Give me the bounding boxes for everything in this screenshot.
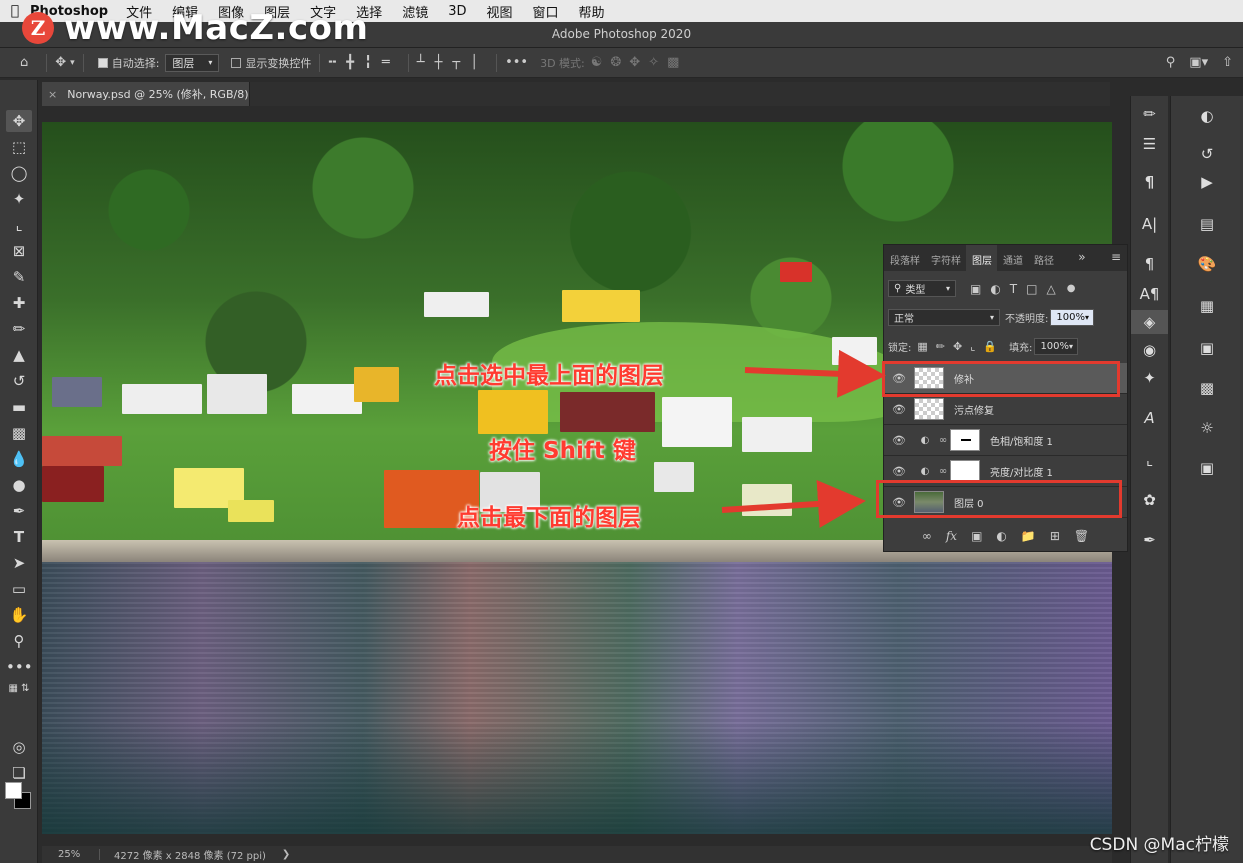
annotation-top: 点击选中最上面的图层 [434,363,664,389]
annotation-middle: 按住 Shift 键 [489,438,636,464]
foreground-color-swatch[interactable] [5,782,22,799]
arrow-to-bottom-layer [721,479,866,528]
screen: { "menubar": { "app_name": "Photoshop", … [0,0,1243,863]
annotation-bottom: 点击最下面的图层 [457,505,641,531]
credit-watermark: CSDN @Mac柠檬 [1089,835,1229,855]
arrow-to-top-layer [744,349,886,398]
